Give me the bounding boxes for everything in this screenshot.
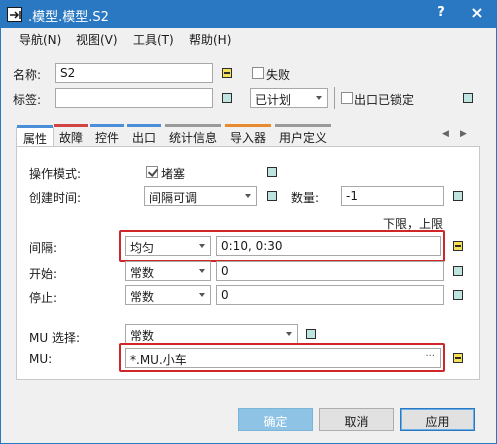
tab-label: 用户定义: [278, 131, 327, 145]
chevron-down-icon: [199, 269, 205, 273]
create-time-label: 创建时间:: [29, 191, 82, 205]
interval-highlight: [119, 230, 445, 262]
interval-label: 间隔:: [29, 241, 58, 255]
tab-color-bar: [127, 124, 161, 127]
stop-inherit-icon[interactable]: [453, 290, 463, 300]
failed-label: 失败: [266, 68, 291, 82]
count-input[interactable]: -1: [341, 186, 444, 206]
close-button[interactable]: ×: [467, 3, 487, 22]
menu-bar: 导航(N) 视图(V) 工具(T) 帮助(H): [1, 28, 496, 50]
create-time-select[interactable]: 间隔可调: [144, 186, 257, 206]
mu-select-value: 常数: [130, 329, 155, 343]
tab-user-defined[interactable]: 用户定义: [275, 124, 331, 146]
app-icon: [7, 7, 22, 22]
start-inherit-icon[interactable]: [453, 266, 463, 276]
blocked-checkbox[interactable]: [146, 166, 158, 178]
apply-button[interactable]: 应用: [400, 408, 475, 431]
start-input[interactable]: 0: [216, 261, 444, 281]
ok-button[interactable]: 确定: [238, 408, 313, 431]
stop-input[interactable]: 0: [216, 285, 444, 305]
tag-inherit-icon[interactable]: [222, 93, 232, 103]
tab-prev-icon[interactable]: ◀: [442, 129, 449, 139]
mu-select-inherit-icon[interactable]: [306, 329, 316, 339]
exit-locked-label: 出口已锁定: [354, 93, 415, 107]
count-label: 数量:: [291, 191, 320, 205]
tab-next-icon[interactable]: ▶: [460, 129, 467, 139]
tab-label: 属性: [22, 132, 47, 146]
tab-statistics[interactable]: 统计信息: [165, 124, 221, 146]
name-inherit-icon[interactable]: [222, 68, 232, 78]
chevron-down-icon: [245, 194, 251, 198]
tab-label: 导入器: [229, 131, 266, 145]
name-label: 名称:: [13, 68, 42, 82]
menu-navigate[interactable]: 导航(N): [19, 31, 61, 48]
start-dist-value: 常数: [130, 266, 155, 280]
mu-select[interactable]: 常数: [125, 324, 298, 344]
divider: [334, 87, 335, 109]
blocked-label: 堵塞: [161, 167, 186, 181]
tab-label: 故障: [58, 131, 83, 145]
menu-view[interactable]: 视图(V): [76, 31, 118, 48]
tag-label: 标签:: [13, 93, 42, 107]
tab-color-bar: [17, 125, 53, 128]
name-input[interactable]: S2: [55, 63, 213, 83]
tab-properties[interactable]: 属性: [16, 125, 54, 147]
cancel-button[interactable]: 取消: [319, 408, 394, 431]
chevron-down-icon: [316, 96, 322, 100]
mu-label: MU:: [29, 352, 53, 366]
tab-color-bar: [165, 124, 221, 127]
stop-dist-select[interactable]: 常数: [125, 285, 211, 305]
tab-label: 统计信息: [168, 131, 217, 145]
mu-select-label: MU 选择:: [29, 331, 80, 345]
start-label: 开始:: [29, 267, 58, 281]
tab-failures[interactable]: 故障: [54, 124, 88, 146]
tab-color-bar: [225, 124, 271, 127]
op-mode-label: 操作模式:: [29, 167, 82, 181]
tag-input[interactable]: [55, 88, 213, 108]
exit-locked-inherit-icon[interactable]: [463, 93, 473, 103]
tab-label: 出口: [131, 131, 156, 145]
tab-color-bar: [275, 124, 331, 127]
plan-select-value: 已计划: [255, 93, 292, 107]
tab-controls[interactable]: 控件: [90, 124, 124, 146]
tab-color-bar: [54, 124, 88, 127]
count-inherit-icon[interactable]: [453, 191, 463, 201]
menu-help[interactable]: 帮助(H): [189, 31, 231, 48]
help-button[interactable]: ?: [431, 5, 451, 23]
failed-checkbox[interactable]: [252, 67, 264, 79]
op-mode-inherit-icon[interactable]: [267, 167, 277, 177]
stop-label: 停止:: [29, 291, 58, 305]
menu-tools[interactable]: 工具(T): [133, 31, 174, 48]
start-dist-select[interactable]: 常数: [125, 261, 211, 281]
tab-label: 控件: [94, 131, 119, 145]
dialog-window: .模型.模型.S2 ? × 导航(N) 视图(V) 工具(T) 帮助(H) 名称…: [0, 0, 497, 444]
create-time-value: 间隔可调: [149, 191, 198, 205]
window-title: .模型.模型.S2: [28, 10, 109, 25]
stop-dist-value: 常数: [130, 290, 155, 304]
exit-locked-checkbox[interactable]: [341, 92, 353, 104]
plan-select[interactable]: 已计划: [250, 88, 328, 108]
mu-highlight: [119, 343, 445, 372]
tab-exit[interactable]: 出口: [127, 124, 161, 146]
create-time-inherit-icon[interactable]: [267, 191, 277, 201]
title-bar: .模型.模型.S2 ? ×: [1, 1, 496, 28]
chevron-down-icon: [199, 293, 205, 297]
tab-color-bar: [90, 124, 124, 127]
interval-inherit-icon[interactable]: [453, 241, 463, 251]
chevron-down-icon: [286, 332, 292, 336]
tab-importer[interactable]: 导入器: [225, 124, 271, 146]
mu-inherit-icon[interactable]: [453, 353, 463, 363]
